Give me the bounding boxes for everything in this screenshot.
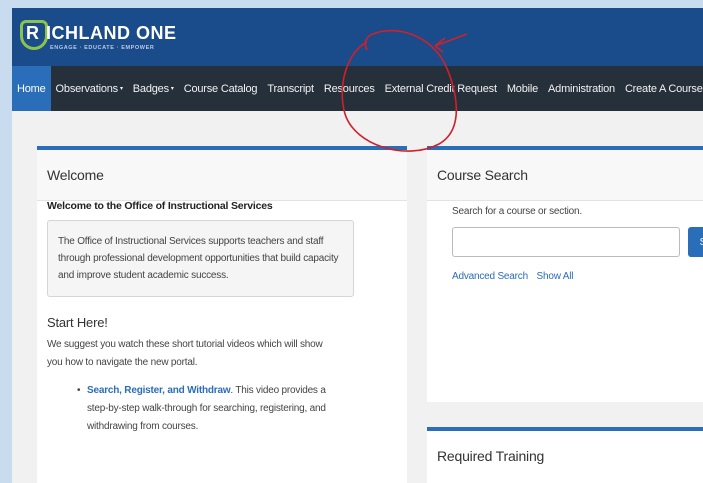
nav-item-label: Transcript xyxy=(267,82,314,95)
nav-item-label: Observations xyxy=(55,82,119,95)
logo[interactable]: R ICHLAND ONE ENGAGE · EDUCATE · EMPOWER xyxy=(20,14,220,60)
nav-item-administration[interactable]: Administration xyxy=(543,66,620,111)
nav-item-resources[interactable]: Resources xyxy=(319,66,380,111)
advanced-search-link[interactable]: Advanced Search xyxy=(452,271,528,282)
nav-item-label: Create A Course xyxy=(624,82,703,95)
nav-item-mobile[interactable]: Mobile xyxy=(502,66,543,111)
bullet-icon: • xyxy=(77,385,81,396)
tutorial-link[interactable]: Search, Register, and Withdraw xyxy=(87,385,231,396)
required-training-panel: Required Training xyxy=(427,427,703,483)
start-here-heading: Start Here! xyxy=(47,315,108,330)
nav-item-label: Administration xyxy=(548,82,615,95)
show-all-link[interactable]: Show All xyxy=(537,271,574,282)
welcome-panel-header: Welcome xyxy=(37,150,407,201)
nav-item-label: Course Catalog xyxy=(183,82,258,95)
logo-title: ICHLAND ONE xyxy=(46,23,177,43)
panel-title: Welcome xyxy=(47,167,104,183)
app-window: R ICHLAND ONE ENGAGE · EDUCATE · EMPOWER… xyxy=(12,8,703,483)
nav-item-label: Home xyxy=(17,82,46,95)
nav-item-create-a-course[interactable]: Create A Course xyxy=(620,66,703,111)
logo-mark-letter: R xyxy=(26,23,39,43)
panel-title: Course Search xyxy=(437,167,528,183)
nav-item-observations[interactable]: Observations ▾ xyxy=(51,66,128,111)
nav-item-label: External Credit Request xyxy=(384,82,497,95)
panel-title: Required Training xyxy=(437,448,545,464)
caret-down-icon: ▾ xyxy=(119,86,123,92)
nav-item-course-catalog[interactable]: Course Catalog xyxy=(179,66,263,111)
site-header: R ICHLAND ONE ENGAGE · EDUCATE · EMPOWER xyxy=(12,8,703,66)
nav-item-label: Resources xyxy=(323,82,375,95)
welcome-heading: Welcome to the Office of Instructional S… xyxy=(47,200,273,212)
logo-tagline: ENGAGE · EDUCATE · EMPOWER xyxy=(50,45,155,51)
nav-item-label: Badges xyxy=(132,82,169,95)
welcome-panel: Welcome Welcome to the Office of Instruc… xyxy=(37,146,407,483)
welcome-well-text: The Office of Instructional Services sup… xyxy=(47,220,354,297)
list-item: • Search, Register, and Withdraw. This v… xyxy=(47,382,347,436)
search-label: Search for a course or section. xyxy=(452,206,582,217)
required-training-panel-header: Required Training xyxy=(427,431,703,481)
course-search-panel: Course Search Search for a course or sec… xyxy=(427,146,703,402)
search-button[interactable]: S xyxy=(688,227,703,257)
nav-item-transcript[interactable]: Transcript xyxy=(262,66,319,111)
tutorial-list: • Search, Register, and Withdraw. This v… xyxy=(47,382,397,436)
search-input[interactable] xyxy=(452,227,680,257)
nav-item-badges[interactable]: Badges ▾ xyxy=(128,66,179,111)
nav-item-home[interactable]: Home xyxy=(12,66,51,111)
course-search-panel-header: Course Search xyxy=(427,150,703,201)
nav-item-external-credit-request[interactable]: External Credit Request xyxy=(380,66,502,111)
caret-down-icon: ▾ xyxy=(170,86,174,92)
start-here-text: We suggest you watch these short tutoria… xyxy=(47,339,323,368)
nav-item-label: Mobile xyxy=(506,82,539,95)
main-nav: Home Observations ▾ Badges ▾ Course Catalo… xyxy=(12,66,703,111)
logo-mark-icon: R xyxy=(20,20,48,50)
